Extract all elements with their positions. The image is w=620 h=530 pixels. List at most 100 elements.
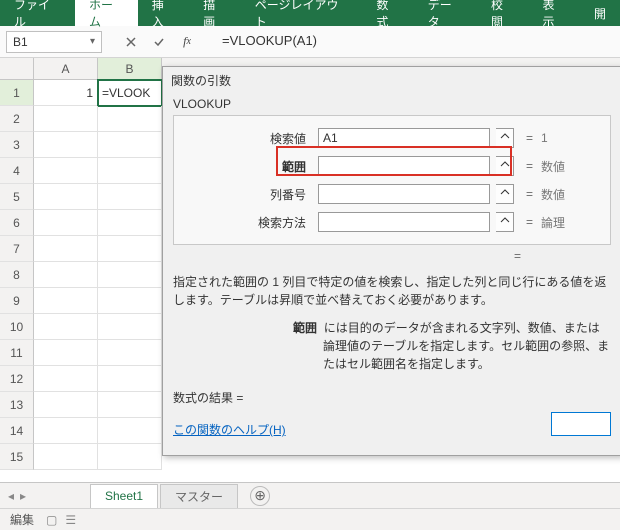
formula-bar-input[interactable]: =VLOOKUP(A1) [216,31,614,53]
cell-a13[interactable] [34,392,98,418]
row-header[interactable]: 5 [0,184,34,210]
select-all-corner[interactable] [0,58,34,79]
tab-review[interactable]: 校閲 [477,0,528,26]
row-header[interactable]: 3 [0,132,34,158]
sheet-nav-next-icon[interactable]: ▸ [20,489,26,503]
arg-row-col-index: 列番号 = 数値 [182,180,602,208]
accessibility-icon[interactable]: ☰ [65,513,76,527]
cell-b7[interactable] [98,236,162,262]
sheet-tab-active[interactable]: Sheet1 [90,484,158,508]
chevron-down-icon[interactable]: ▾ [90,36,95,47]
cell-a5[interactable] [34,184,98,210]
macro-record-icon[interactable]: ▢ [46,513,57,527]
cell-a3[interactable] [34,132,98,158]
row-header[interactable]: 7 [0,236,34,262]
row-header[interactable]: 10 [0,314,34,340]
cell-a2[interactable] [34,106,98,132]
ribbon: ファイル ホーム 挿入 描画 ページレイアウト 数式 データ 校閲 表示 開 [0,0,620,26]
dialog-title: 関数の引数 [163,67,620,93]
arg-result: 数値 [541,186,565,203]
row-header[interactable]: 4 [0,158,34,184]
row-header[interactable]: 1 [0,80,34,106]
col-header-b[interactable]: B [98,58,162,79]
row-header[interactable]: 2 [0,106,34,132]
tab-developer[interactable]: 開 [580,0,620,26]
cell-a4[interactable] [34,158,98,184]
arg-label: 検索方法 [182,214,312,231]
tab-formulas[interactable]: 数式 [362,0,413,26]
cell-b15[interactable] [98,444,162,470]
function-arguments-dialog: 関数の引数 VLOOKUP 検索値 A1 = 1 範囲 = 数値 列番号 [162,66,620,456]
function-name: VLOOKUP [173,97,611,111]
cell-a11[interactable] [34,340,98,366]
cell-b1[interactable]: =VLOOK [98,80,162,106]
cell-b3[interactable] [98,132,162,158]
range-picker-icon[interactable] [496,128,514,148]
argument-group: 検索値 A1 = 1 範囲 = 数値 列番号 = 数値 [173,115,611,245]
row-header[interactable]: 11 [0,340,34,366]
cell-a8[interactable] [34,262,98,288]
row-header[interactable]: 14 [0,418,34,444]
sheet-tab-bar: ◂ ▸ Sheet1 マスター ⊕ [0,482,620,508]
arg-result: 1 [541,131,548,145]
row-header[interactable]: 12 [0,366,34,392]
cell-b13[interactable] [98,392,162,418]
arg-input-range-lookup[interactable] [318,212,490,232]
confirm-formula-button[interactable] [146,32,172,52]
tab-home[interactable]: ホーム [75,0,138,26]
arg-row-lookup-value: 検索値 A1 = 1 [182,124,602,152]
sheet-tab-master[interactable]: マスター [160,484,238,508]
tab-page-layout[interactable]: ページレイアウト [241,0,363,26]
sheet-nav-prev-icon[interactable]: ◂ [8,489,14,503]
arg-row-table-array: 範囲 = 数値 [182,152,602,180]
cell-a15[interactable] [34,444,98,470]
row-header[interactable]: 8 [0,262,34,288]
insert-function-button[interactable]: fx [174,32,200,52]
function-help-link[interactable]: この関数のヘルプ(H) [173,421,286,438]
argument-help: 範囲 には目的のデータが含まれる文字列、数値、または論理値のテーブルを指定します… [173,319,611,373]
cell-b6[interactable] [98,210,162,236]
function-description: 指定された範囲の 1 列目で特定の値を検索し、指定した列と同じ行にある値を返しま… [173,273,611,309]
cell-a10[interactable] [34,314,98,340]
tab-file[interactable]: ファイル [0,0,75,26]
cell-a1[interactable]: 1 [34,80,98,106]
status-bar: 編集 ▢ ☰ [0,508,620,530]
cell-b10[interactable] [98,314,162,340]
tab-view[interactable]: 表示 [528,0,579,26]
cell-a12[interactable] [34,366,98,392]
row-header[interactable]: 9 [0,288,34,314]
dialog-ok-button[interactable] [551,412,611,436]
row-header[interactable]: 13 [0,392,34,418]
arg-input-lookup-value[interactable]: A1 [318,128,490,148]
formula-bar-row: B1 ▾ fx =VLOOKUP(A1) [0,26,620,58]
cell-b9[interactable] [98,288,162,314]
tab-draw[interactable]: 描画 [189,0,240,26]
cancel-formula-button[interactable] [118,32,144,52]
tab-data[interactable]: データ [414,0,477,26]
row-header[interactable]: 15 [0,444,34,470]
cell-b2[interactable] [98,106,162,132]
cell-b4[interactable] [98,158,162,184]
col-header-a[interactable]: A [34,58,98,79]
cell-b12[interactable] [98,366,162,392]
range-picker-icon[interactable] [496,212,514,232]
row-header[interactable]: 6 [0,210,34,236]
add-sheet-button[interactable]: ⊕ [250,486,270,506]
cell-b8[interactable] [98,262,162,288]
status-mode: 編集 [10,511,34,528]
arg-input-col-index[interactable] [318,184,490,204]
cell-b14[interactable] [98,418,162,444]
range-picker-icon[interactable] [496,156,514,176]
cell-b11[interactable] [98,340,162,366]
cell-a14[interactable] [34,418,98,444]
arg-input-table-array[interactable] [318,156,490,176]
cell-a6[interactable] [34,210,98,236]
tab-insert[interactable]: 挿入 [138,0,189,26]
formula-result: 数式の結果 = [173,389,611,406]
name-box[interactable]: B1 ▾ [6,31,102,53]
arg-label: 列番号 [182,186,312,203]
cell-b5[interactable] [98,184,162,210]
cell-a9[interactable] [34,288,98,314]
cell-a7[interactable] [34,236,98,262]
range-picker-icon[interactable] [496,184,514,204]
